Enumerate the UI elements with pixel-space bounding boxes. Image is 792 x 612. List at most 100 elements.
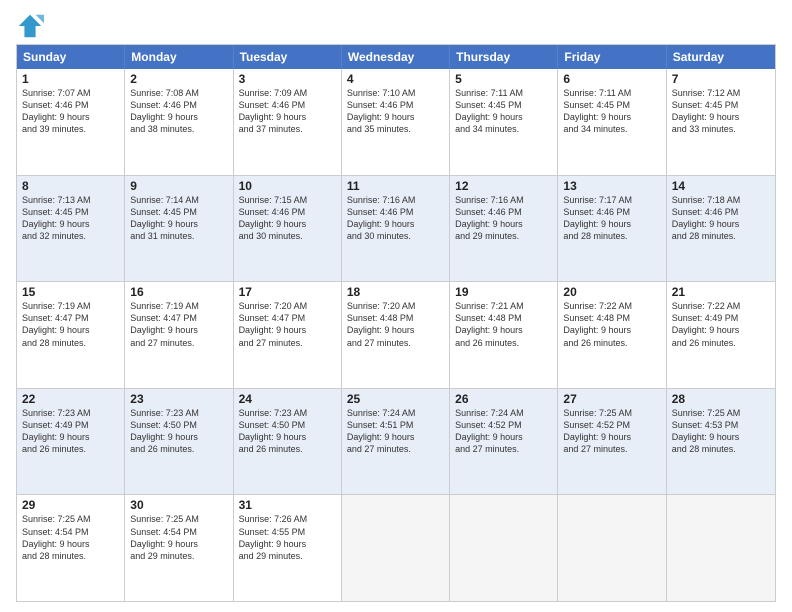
- day-number: 13: [563, 179, 660, 193]
- cal-cell: 10Sunrise: 7:15 AMSunset: 4:46 PMDayligh…: [234, 176, 342, 282]
- day-info: Sunrise: 7:25 AMSunset: 4:52 PMDaylight:…: [563, 407, 660, 456]
- day-number: 11: [347, 179, 444, 193]
- cal-cell: 13Sunrise: 7:17 AMSunset: 4:46 PMDayligh…: [558, 176, 666, 282]
- day-number: 23: [130, 392, 227, 406]
- day-number: 28: [672, 392, 770, 406]
- week-row-0: 1Sunrise: 7:07 AMSunset: 4:46 PMDaylight…: [17, 69, 775, 175]
- cal-cell: 1Sunrise: 7:07 AMSunset: 4:46 PMDaylight…: [17, 69, 125, 175]
- day-number: 31: [239, 498, 336, 512]
- cal-cell: 27Sunrise: 7:25 AMSunset: 4:52 PMDayligh…: [558, 389, 666, 495]
- cal-cell: 20Sunrise: 7:22 AMSunset: 4:48 PMDayligh…: [558, 282, 666, 388]
- cal-cell: 26Sunrise: 7:24 AMSunset: 4:52 PMDayligh…: [450, 389, 558, 495]
- day-number: 17: [239, 285, 336, 299]
- header-day-wednesday: Wednesday: [342, 45, 450, 69]
- header-day-sunday: Sunday: [17, 45, 125, 69]
- day-info: Sunrise: 7:21 AMSunset: 4:48 PMDaylight:…: [455, 300, 552, 349]
- header-day-tuesday: Tuesday: [234, 45, 342, 69]
- day-info: Sunrise: 7:24 AMSunset: 4:52 PMDaylight:…: [455, 407, 552, 456]
- day-info: Sunrise: 7:08 AMSunset: 4:46 PMDaylight:…: [130, 87, 227, 136]
- header: [16, 12, 776, 40]
- day-info: Sunrise: 7:20 AMSunset: 4:48 PMDaylight:…: [347, 300, 444, 349]
- cal-cell: 9Sunrise: 7:14 AMSunset: 4:45 PMDaylight…: [125, 176, 233, 282]
- day-number: 22: [22, 392, 119, 406]
- calendar: SundayMondayTuesdayWednesdayThursdayFrid…: [16, 44, 776, 602]
- day-info: Sunrise: 7:10 AMSunset: 4:46 PMDaylight:…: [347, 87, 444, 136]
- day-info: Sunrise: 7:23 AMSunset: 4:49 PMDaylight:…: [22, 407, 119, 456]
- day-number: 18: [347, 285, 444, 299]
- day-number: 24: [239, 392, 336, 406]
- cal-cell: 6Sunrise: 7:11 AMSunset: 4:45 PMDaylight…: [558, 69, 666, 175]
- day-number: 9: [130, 179, 227, 193]
- cal-cell: 2Sunrise: 7:08 AMSunset: 4:46 PMDaylight…: [125, 69, 233, 175]
- day-info: Sunrise: 7:16 AMSunset: 4:46 PMDaylight:…: [347, 194, 444, 243]
- day-info: Sunrise: 7:09 AMSunset: 4:46 PMDaylight:…: [239, 87, 336, 136]
- day-info: Sunrise: 7:23 AMSunset: 4:50 PMDaylight:…: [130, 407, 227, 456]
- calendar-header: SundayMondayTuesdayWednesdayThursdayFrid…: [17, 45, 775, 69]
- day-info: Sunrise: 7:17 AMSunset: 4:46 PMDaylight:…: [563, 194, 660, 243]
- day-number: 4: [347, 72, 444, 86]
- day-info: Sunrise: 7:13 AMSunset: 4:45 PMDaylight:…: [22, 194, 119, 243]
- logo-icon: [16, 12, 44, 40]
- cal-cell: [450, 495, 558, 601]
- cal-cell: [342, 495, 450, 601]
- day-info: Sunrise: 7:07 AMSunset: 4:46 PMDaylight:…: [22, 87, 119, 136]
- header-day-thursday: Thursday: [450, 45, 558, 69]
- day-number: 12: [455, 179, 552, 193]
- day-info: Sunrise: 7:23 AMSunset: 4:50 PMDaylight:…: [239, 407, 336, 456]
- day-info: Sunrise: 7:14 AMSunset: 4:45 PMDaylight:…: [130, 194, 227, 243]
- week-row-2: 15Sunrise: 7:19 AMSunset: 4:47 PMDayligh…: [17, 281, 775, 388]
- page: SundayMondayTuesdayWednesdayThursdayFrid…: [0, 0, 792, 612]
- day-number: 21: [672, 285, 770, 299]
- cal-cell: 8Sunrise: 7:13 AMSunset: 4:45 PMDaylight…: [17, 176, 125, 282]
- day-info: Sunrise: 7:25 AMSunset: 4:54 PMDaylight:…: [22, 513, 119, 562]
- day-info: Sunrise: 7:24 AMSunset: 4:51 PMDaylight:…: [347, 407, 444, 456]
- day-number: 5: [455, 72, 552, 86]
- day-number: 10: [239, 179, 336, 193]
- day-info: Sunrise: 7:18 AMSunset: 4:46 PMDaylight:…: [672, 194, 770, 243]
- day-number: 30: [130, 498, 227, 512]
- cal-cell: 24Sunrise: 7:23 AMSunset: 4:50 PMDayligh…: [234, 389, 342, 495]
- day-number: 25: [347, 392, 444, 406]
- day-info: Sunrise: 7:15 AMSunset: 4:46 PMDaylight:…: [239, 194, 336, 243]
- cal-cell: 22Sunrise: 7:23 AMSunset: 4:49 PMDayligh…: [17, 389, 125, 495]
- cal-cell: 31Sunrise: 7:26 AMSunset: 4:55 PMDayligh…: [234, 495, 342, 601]
- day-number: 20: [563, 285, 660, 299]
- cal-cell: 14Sunrise: 7:18 AMSunset: 4:46 PMDayligh…: [667, 176, 775, 282]
- cal-cell: [558, 495, 666, 601]
- cal-cell: 7Sunrise: 7:12 AMSunset: 4:45 PMDaylight…: [667, 69, 775, 175]
- week-row-1: 8Sunrise: 7:13 AMSunset: 4:45 PMDaylight…: [17, 175, 775, 282]
- day-info: Sunrise: 7:22 AMSunset: 4:48 PMDaylight:…: [563, 300, 660, 349]
- day-info: Sunrise: 7:22 AMSunset: 4:49 PMDaylight:…: [672, 300, 770, 349]
- day-info: Sunrise: 7:11 AMSunset: 4:45 PMDaylight:…: [455, 87, 552, 136]
- day-number: 3: [239, 72, 336, 86]
- day-info: Sunrise: 7:19 AMSunset: 4:47 PMDaylight:…: [22, 300, 119, 349]
- day-number: 8: [22, 179, 119, 193]
- day-number: 27: [563, 392, 660, 406]
- cal-cell: 11Sunrise: 7:16 AMSunset: 4:46 PMDayligh…: [342, 176, 450, 282]
- cal-cell: 4Sunrise: 7:10 AMSunset: 4:46 PMDaylight…: [342, 69, 450, 175]
- cal-cell: 23Sunrise: 7:23 AMSunset: 4:50 PMDayligh…: [125, 389, 233, 495]
- header-day-saturday: Saturday: [667, 45, 775, 69]
- day-info: Sunrise: 7:26 AMSunset: 4:55 PMDaylight:…: [239, 513, 336, 562]
- day-number: 29: [22, 498, 119, 512]
- cal-cell: 16Sunrise: 7:19 AMSunset: 4:47 PMDayligh…: [125, 282, 233, 388]
- cal-cell: 28Sunrise: 7:25 AMSunset: 4:53 PMDayligh…: [667, 389, 775, 495]
- cal-cell: [667, 495, 775, 601]
- logo: [16, 12, 48, 40]
- day-number: 6: [563, 72, 660, 86]
- day-number: 16: [130, 285, 227, 299]
- week-row-3: 22Sunrise: 7:23 AMSunset: 4:49 PMDayligh…: [17, 388, 775, 495]
- day-number: 14: [672, 179, 770, 193]
- header-day-monday: Monday: [125, 45, 233, 69]
- day-info: Sunrise: 7:12 AMSunset: 4:45 PMDaylight:…: [672, 87, 770, 136]
- day-number: 2: [130, 72, 227, 86]
- day-info: Sunrise: 7:11 AMSunset: 4:45 PMDaylight:…: [563, 87, 660, 136]
- cal-cell: 25Sunrise: 7:24 AMSunset: 4:51 PMDayligh…: [342, 389, 450, 495]
- cal-cell: 12Sunrise: 7:16 AMSunset: 4:46 PMDayligh…: [450, 176, 558, 282]
- cal-cell: 30Sunrise: 7:25 AMSunset: 4:54 PMDayligh…: [125, 495, 233, 601]
- day-number: 15: [22, 285, 119, 299]
- cal-cell: 15Sunrise: 7:19 AMSunset: 4:47 PMDayligh…: [17, 282, 125, 388]
- day-info: Sunrise: 7:16 AMSunset: 4:46 PMDaylight:…: [455, 194, 552, 243]
- day-info: Sunrise: 7:25 AMSunset: 4:54 PMDaylight:…: [130, 513, 227, 562]
- cal-cell: 21Sunrise: 7:22 AMSunset: 4:49 PMDayligh…: [667, 282, 775, 388]
